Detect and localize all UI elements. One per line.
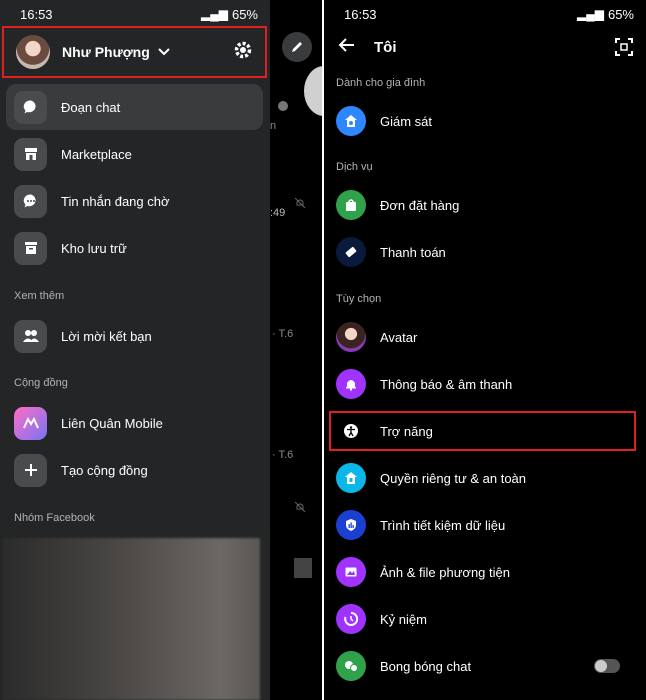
menu-item-pending-messages[interactable]: Tin nhắn đang chờ [6, 178, 263, 224]
status-bar: 16:53 ▂▄▆ 65% [0, 0, 270, 28]
section-family: Dành cho gia đình [336, 77, 426, 89]
data-saver-icon [336, 510, 366, 540]
status-time: 16:53 [344, 6, 377, 22]
menu-item-create-community[interactable]: Tạo cộng đồng [6, 447, 263, 493]
settings-item-privacy[interactable]: Quyền riêng tư & an toàn [336, 458, 636, 498]
status-bar: 16:53 ▂▄▆ 65% [324, 0, 646, 28]
menu-label: Marketplace [61, 146, 132, 162]
menu-label: Tin nhắn đang chờ [61, 193, 170, 209]
pencil-icon [292, 42, 302, 52]
settings-item-notifications[interactable]: Thông báo & âm thanh [336, 364, 636, 404]
item-label: Thông báo & âm thanh [380, 376, 513, 392]
item-label: Thanh toán [380, 244, 446, 260]
settings-item-memories[interactable]: Kỷ niệm [336, 599, 636, 639]
profile-avatar [16, 35, 50, 69]
bg-chat-time: :49 [270, 207, 286, 219]
chat-bubble-icon [14, 90, 47, 124]
settings-item-payments[interactable]: Thanh toán [336, 232, 636, 272]
background-chat-list: n :49 · T.6 · T.6 [270, 0, 322, 700]
story-avatar [304, 66, 322, 116]
section-services: Dịch vụ [336, 161, 373, 173]
left-screen: n :49 · T.6 · T.6 16:53 ▂▄▆ 65% Như Phượ… [0, 0, 322, 700]
signal-icon: ▂▄▆ [201, 7, 228, 21]
settings-item-chat-heads[interactable]: Bong bóng chat [336, 646, 636, 686]
section-facebook-groups: Nhóm Facebook [14, 512, 95, 524]
accessibility-icon [336, 416, 366, 446]
item-label: Giám sát [380, 113, 433, 129]
bg-thumbnail [294, 558, 312, 578]
muted-icon [294, 196, 306, 214]
section-options: Tùy chọn [336, 293, 382, 305]
settings-item-supervision[interactable]: Giám sát [336, 101, 636, 141]
item-label: Ảnh & file phương tiện [380, 564, 510, 580]
bg-fragment: n [270, 120, 277, 132]
archive-icon [14, 231, 47, 265]
header: Tôi [324, 28, 646, 66]
bg-day-label: · T.6 [272, 449, 294, 461]
menu-item-archive[interactable]: Kho lưu trữ [6, 225, 263, 271]
item-label: Trình tiết kiệm dữ liệu [380, 517, 506, 533]
profile-name: Như Phượng [62, 44, 150, 60]
menu-label: Liên Quân Mobile [61, 415, 163, 431]
avatar-icon [336, 322, 366, 352]
signal-icon: ▂▄▆ [577, 7, 604, 21]
battery-level: 65% [231, 6, 258, 22]
settings-item-data-saver[interactable]: Trình tiết kiệm dữ liệu [336, 505, 636, 545]
qr-code-icon[interactable] [614, 37, 634, 62]
item-label: Trợ năng [380, 423, 433, 439]
muted-icon [294, 500, 306, 518]
status-time: 16:53 [20, 6, 53, 22]
memories-icon [336, 604, 366, 634]
compose-button[interactable] [282, 32, 312, 62]
blurred-group-list [2, 538, 260, 700]
privacy-home-icon [336, 463, 366, 493]
menu-item-marketplace[interactable]: Marketplace [6, 131, 263, 177]
supervision-icon [336, 106, 366, 136]
menu-item-friend-requests[interactable]: Lời mời kết bạn [6, 313, 263, 359]
section-community: Cộng đồng [14, 377, 68, 389]
chat-heads-icon [336, 651, 366, 681]
navigation-drawer: 16:53 ▂▄▆ 65% Như Phượng Đoạn chat Marke… [0, 0, 270, 700]
settings-item-avatar[interactable]: Avatar [336, 317, 636, 357]
right-screen: 16:53 ▂▄▆ 65% Tôi Dành cho gia đình Giám… [324, 0, 646, 700]
section-see-more: Xem thêm [14, 290, 65, 302]
menu-label: Đoạn chat [61, 99, 121, 115]
battery-level: 65% [607, 6, 634, 22]
page-title: Tôi [374, 38, 397, 56]
photo-icon [336, 557, 366, 587]
message-pending-icon [14, 184, 47, 218]
settings-item-photos-media[interactable]: Ảnh & file phương tiện [336, 552, 636, 592]
item-label: Bong bóng chat [380, 658, 472, 674]
menu-label: Tạo cộng đồng [61, 462, 148, 478]
item-label: Kỷ niệm [380, 611, 427, 627]
status-dot [278, 101, 288, 111]
shopping-bag-icon [336, 190, 366, 220]
item-label: Đơn đặt hàng [380, 197, 460, 213]
bell-icon [336, 369, 366, 399]
community-avatar-icon [14, 406, 47, 440]
plus-icon [14, 453, 47, 487]
item-label: Quyền riêng tư & an toàn [380, 470, 527, 486]
profile-switcher[interactable]: Như Phượng [2, 26, 267, 78]
bg-day-label: · T.6 [272, 328, 294, 340]
settings-item-orders[interactable]: Đơn đặt hàng [336, 185, 636, 225]
payment-icon [336, 237, 366, 267]
menu-item-chats[interactable]: Đoạn chat [6, 84, 263, 130]
back-arrow-icon[interactable] [338, 37, 356, 58]
store-icon [14, 137, 47, 171]
friends-icon [14, 319, 47, 353]
item-label: Avatar [380, 329, 418, 345]
chat-heads-toggle[interactable] [594, 659, 620, 673]
chevron-down-icon [158, 43, 170, 61]
settings-item-accessibility[interactable]: Trợ năng [336, 411, 636, 451]
menu-label: Kho lưu trữ [61, 240, 127, 256]
menu-item-community-lien-quan[interactable]: Liên Quân Mobile [6, 400, 263, 446]
gear-icon[interactable] [233, 40, 253, 65]
menu-label: Lời mời kết bạn [61, 328, 152, 344]
